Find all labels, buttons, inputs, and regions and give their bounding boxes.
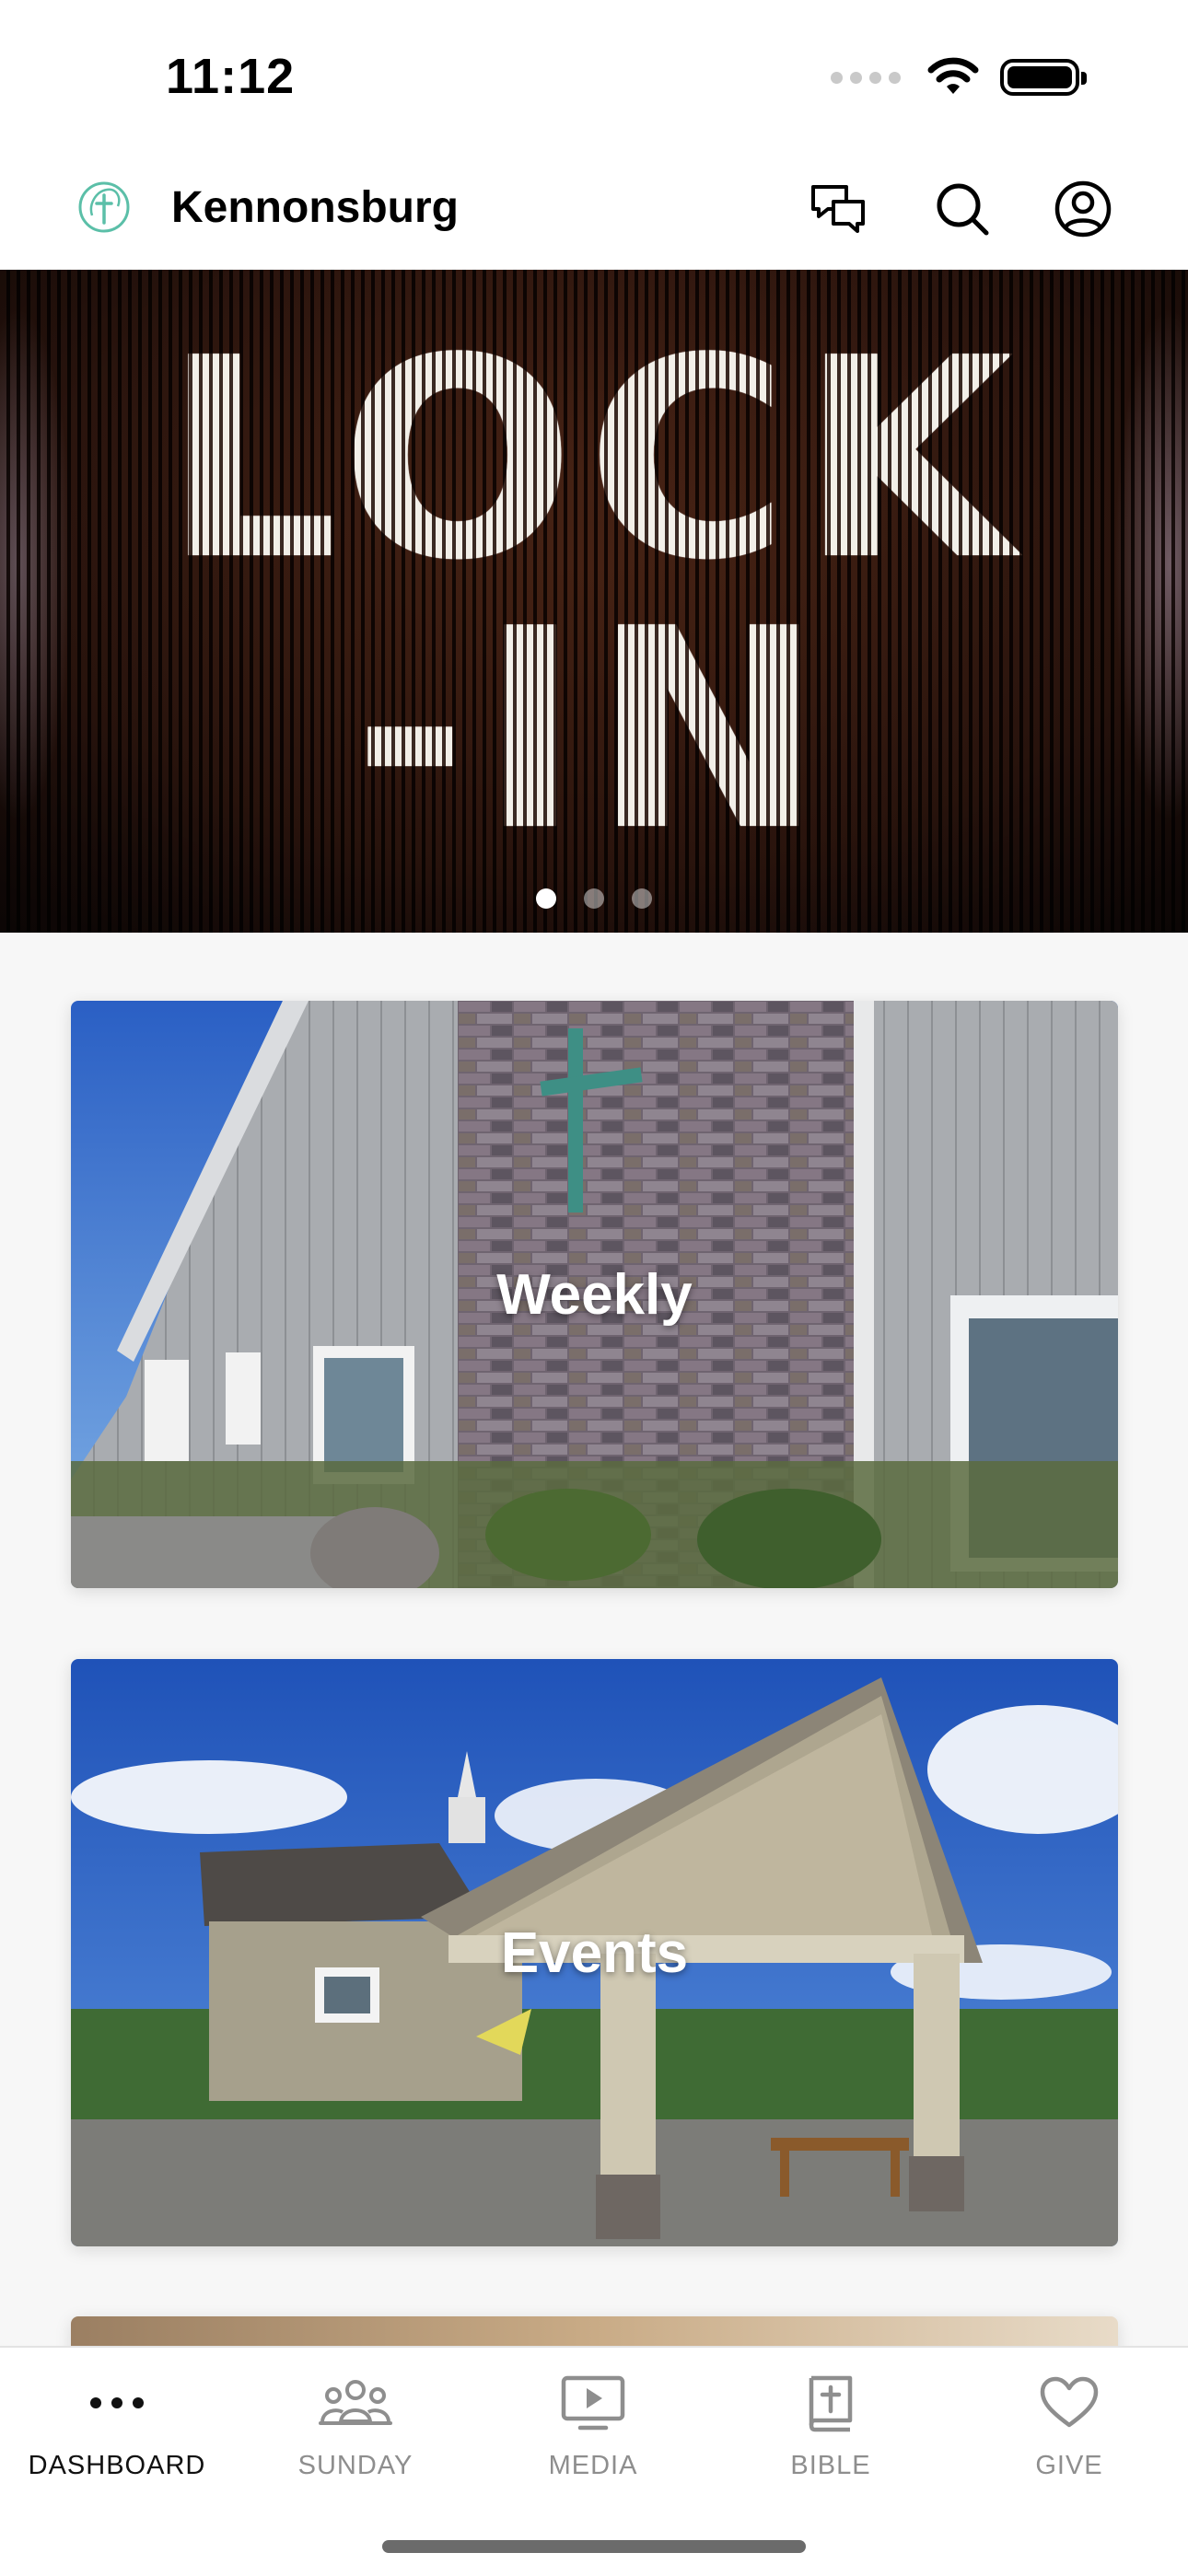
carousel-dot-2[interactable] — [584, 888, 604, 909]
status-time: 11:12 — [166, 49, 296, 104]
cellular-signal-icon — [831, 71, 901, 84]
search-button[interactable] — [930, 177, 995, 241]
wifi-icon — [927, 57, 979, 94]
hero-line-1: LOCK — [162, 299, 1026, 621]
tab-bible[interactable]: BIBLE — [720, 2370, 941, 2481]
tab-give[interactable]: GIVE — [959, 2370, 1180, 2481]
weekly-card-label: Weekly — [496, 1262, 693, 1327]
profile-button[interactable] — [1051, 177, 1115, 241]
chat-button[interactable] — [807, 177, 871, 241]
people-icon — [319, 2380, 392, 2425]
tab-media-label: MEDIA — [548, 2451, 638, 2480]
tab-sunday[interactable]: SUNDAY — [245, 2370, 466, 2481]
tab-give-label: GIVE — [1035, 2451, 1103, 2480]
play-screen-icon — [561, 2375, 625, 2431]
carousel-page-indicator[interactable] — [0, 888, 1188, 909]
battery-icon — [1000, 59, 1087, 96]
chat-icon — [811, 185, 865, 233]
hero-slide-text: LOCK -IN — [0, 299, 1188, 891]
app-title: Kennonsburg — [171, 183, 459, 232]
hero-line-2: -IN — [353, 570, 835, 891]
app-header: Kennonsburg — [0, 157, 1188, 270]
more-dots-icon — [90, 2397, 144, 2408]
bible-icon — [809, 2375, 853, 2432]
tab-bible-label: BIBLE — [790, 2451, 871, 2480]
heart-icon — [1040, 2376, 1099, 2428]
carousel-dot-3[interactable] — [632, 888, 652, 909]
carousel-dot-1[interactable] — [536, 888, 556, 909]
tab-sunday-label: SUNDAY — [297, 2451, 413, 2480]
events-card-label: Events — [500, 1920, 689, 1985]
tab-media[interactable]: MEDIA — [483, 2370, 704, 2481]
hero-carousel[interactable]: LOCK -IN — [0, 270, 1188, 933]
tab-dashboard[interactable]: DASHBOARD — [6, 2370, 227, 2481]
status-icons — [831, 57, 1087, 98]
weekly-card[interactable]: Weekly — [71, 1001, 1118, 1588]
tab-dashboard-label: DASHBOARD — [28, 2451, 206, 2480]
logo-icon — [78, 181, 130, 233]
status-bar: 11:12 — [0, 0, 1188, 157]
search-icon — [937, 183, 989, 236]
events-card[interactable]: Events — [71, 1659, 1118, 2246]
home-indicator[interactable] — [382, 2540, 806, 2553]
profile-icon — [1054, 180, 1112, 238]
